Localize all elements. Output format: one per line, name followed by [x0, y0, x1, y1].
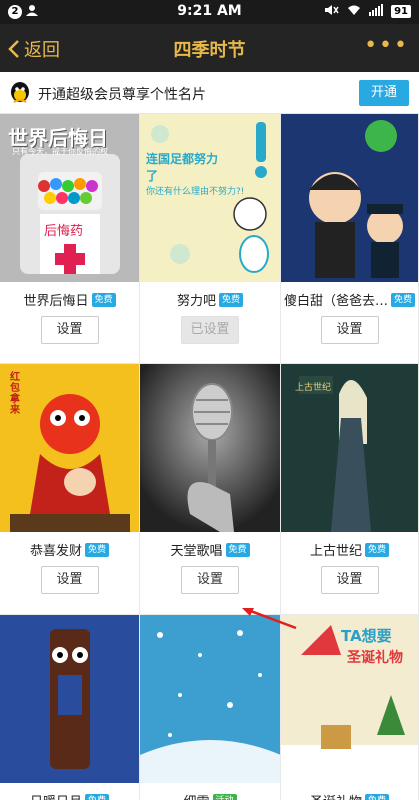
battery-icon: 91 [391, 5, 411, 18]
theme-thumbnail[interactable] [140, 364, 280, 532]
set-theme-button[interactable]: 设置 [320, 316, 379, 344]
page-title: 四季时节 [173, 40, 246, 61]
set-theme-button[interactable]: 设置 [181, 566, 239, 594]
set-theme-button[interactable]: 设置 [320, 566, 379, 594]
theme-title: 日暖日月 [30, 791, 82, 800]
wifi-icon [347, 4, 361, 19]
signal-icon [369, 4, 384, 19]
qq-penguin-icon [11, 82, 29, 103]
thumb-subtitle: 你还有什么理由不努力?! [146, 187, 245, 197]
event-badge: 活动 [212, 793, 237, 800]
theme-thumbnail[interactable]: 世界后悔日 只有今天，戒于你反悔的权 后悔药 [0, 114, 139, 282]
theme-thumbnail[interactable]: 上古世纪 [281, 364, 418, 532]
free-badge: 免费 [225, 542, 250, 557]
open-vip-button[interactable]: 开通 [359, 80, 409, 106]
free-badge: 免费 [365, 793, 390, 800]
theme-thumbnail[interactable] [0, 615, 139, 783]
cartoon-dad-image [281, 114, 418, 282]
nav-bar: 返回 四季时节 ••• [0, 24, 419, 72]
theme-thumbnail[interactable]: 红包拿来 [0, 364, 139, 532]
already-set-button: 已设置 [181, 316, 239, 344]
theme-card-fine-snow[interactable]: 细雪 活动 [140, 615, 281, 800]
theme-card-world-regret-day[interactable]: 世界后悔日 只有今天，戒于你反悔的权 后悔药 世界后悔日 免费 设置 [0, 114, 140, 364]
theme-card-work-hard[interactable]: 连国足都努力了 你还有什么理由不努力?! 努力吧 免费 已设置 [140, 114, 281, 364]
more-menu-button[interactable]: ••• [364, 35, 409, 57]
theme-card-gong-xi-fa-cai[interactable]: 红包拿来 恭喜发财 免费 设置 [0, 364, 140, 615]
theme-title: 世界后悔日 [23, 294, 89, 309]
theme-title: 努力吧 [176, 294, 216, 309]
theme-title: 傻白甜（爸爸去… [283, 294, 388, 309]
totem-image [0, 615, 139, 783]
theme-thumbnail[interactable] [281, 114, 418, 282]
mute-icon [325, 4, 339, 19]
thumb-title: TA想要 [341, 627, 392, 645]
theme-title: 上古世纪 [309, 544, 362, 559]
thumb-subtitle: 圣诞礼物 [347, 650, 403, 666]
theme-title: 天堂歌唱 [170, 544, 223, 559]
free-badge: 免费 [85, 793, 110, 800]
theme-thumbnail[interactable]: TA想要 圣诞礼物 [281, 615, 418, 783]
theme-card-ancient-world[interactable]: 上古世纪 上古世纪 免费 设置 [281, 364, 419, 615]
theme-card-christmas-gift[interactable]: TA想要 圣诞礼物 圣诞礼物 免费 [281, 615, 419, 800]
annotation-arrow-icon [242, 608, 297, 630]
thumb-title: 上古世纪 [295, 383, 332, 393]
vip-promo-text: 开通超级会员尊享个性名片 [38, 87, 206, 103]
theme-card-totem[interactable]: 日暖日月 免费 [0, 615, 140, 800]
soccer-image [140, 114, 280, 282]
free-badge: 免费 [391, 292, 416, 307]
free-badge: 免费 [91, 292, 116, 307]
theme-title: 恭喜发财 [29, 544, 82, 559]
bottle-label: 后悔药 [44, 224, 84, 239]
microphone-image [140, 364, 280, 532]
theme-card-silly-sweet[interactable]: 傻白甜（爸爸去… 免费 设置 [281, 114, 419, 364]
theme-card-heaven-singing[interactable]: 天堂歌唱 免费 设置 [140, 364, 281, 615]
theme-grid: 世界后悔日 只有今天，戒于你反悔的权 后悔药 世界后悔日 免费 设置 连国足都努… [0, 114, 419, 800]
thumb-title: 红包拿来 [10, 372, 20, 416]
theme-title: 圣诞礼物 [310, 791, 362, 800]
theme-title: 细雪 [183, 791, 209, 800]
free-badge: 免费 [85, 542, 110, 557]
theme-thumbnail[interactable]: 连国足都努力了 你还有什么理由不努力?! [140, 114, 280, 282]
snow-scene-image [140, 615, 280, 783]
set-theme-button[interactable]: 设置 [40, 316, 99, 344]
thumb-subtitle: 只有今天，戒于你反悔的权 [12, 147, 108, 156]
vip-banner: 开通超级会员尊享个性名片 开通 [0, 72, 419, 114]
set-theme-button[interactable]: 设置 [40, 566, 99, 594]
theme-thumbnail[interactable] [140, 615, 280, 783]
free-badge: 免费 [219, 292, 244, 307]
thumb-title: 连国足都努力了 [146, 152, 219, 183]
free-badge: 免费 [365, 542, 390, 557]
status-bar: 2 9:21 AM 91 [0, 0, 419, 24]
